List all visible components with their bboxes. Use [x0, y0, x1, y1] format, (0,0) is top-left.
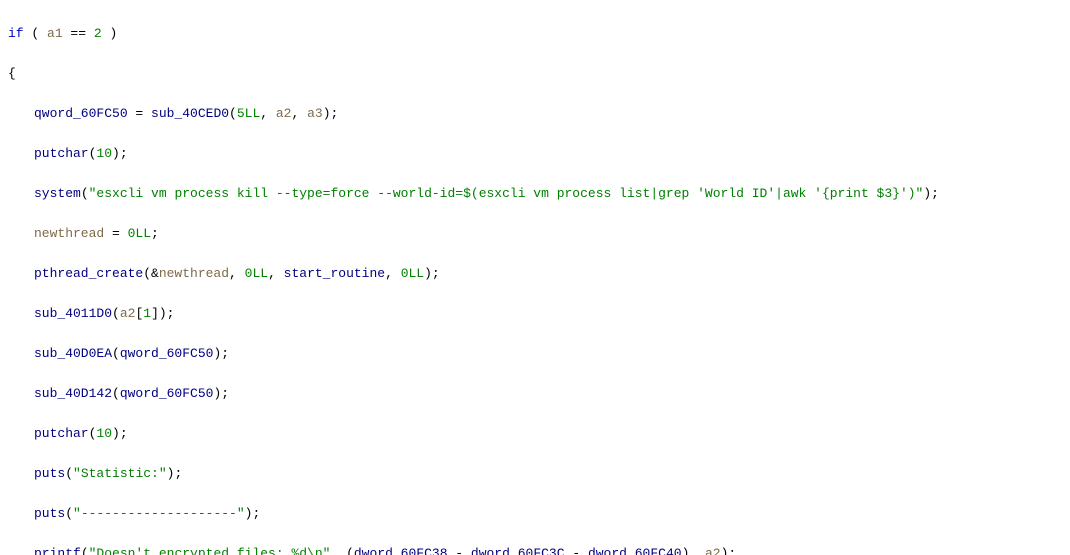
code-line: putchar(10); [8, 144, 1062, 164]
fn-sub40CED0: sub_40CED0 [151, 106, 229, 121]
code-line: puts("--------------------"); [8, 504, 1062, 524]
code-line: puts("Statistic:"); [8, 464, 1062, 484]
code-line: sub_40D0EA(qword_60FC50); [8, 344, 1062, 364]
code-line: { [8, 64, 1062, 84]
var-newthread: newthread [34, 226, 104, 241]
fn-printf: printf [34, 546, 81, 555]
code-line: newthread = 0LL; [8, 224, 1062, 244]
str-esxcli: "esxcli vm process kill --type=force --w… [89, 186, 924, 201]
keyword-if: if [8, 26, 24, 41]
code-line: putchar(10); [8, 424, 1062, 444]
var-qword: qword_60FC50 [34, 106, 128, 121]
code-line: sub_4011D0(a2[1]); [8, 304, 1062, 324]
fn-sub4011D0: sub_4011D0 [34, 306, 112, 321]
fn-start-routine: start_routine [284, 266, 385, 281]
fn-system: system [34, 186, 81, 201]
fn-putchar: putchar [34, 146, 89, 161]
code-line: printf("Doesn't encrypted files: %d\n", … [8, 544, 1062, 555]
var-a3: a3 [307, 106, 323, 121]
decompiler-code-view: if ( a1 == 2 ) { qword_60FC50 = sub_40CE… [0, 0, 1070, 555]
code-line: if ( a1 == 2 ) [8, 24, 1062, 44]
code-line: pthread_create(&newthread, 0LL, start_ro… [8, 264, 1062, 284]
fn-sub40D0EA: sub_40D0EA [34, 346, 112, 361]
fn-pthread-create: pthread_create [34, 266, 143, 281]
var-a2: a2 [276, 106, 292, 121]
code-line: qword_60FC50 = sub_40CED0(5LL, a2, a3); [8, 104, 1062, 124]
fn-puts: puts [34, 466, 65, 481]
var-a1: a1 [47, 26, 63, 41]
code-line: sub_40D142(qword_60FC50); [8, 384, 1062, 404]
code-line: system("esxcli vm process kill --type=fo… [8, 184, 1062, 204]
fn-sub40D142: sub_40D142 [34, 386, 112, 401]
